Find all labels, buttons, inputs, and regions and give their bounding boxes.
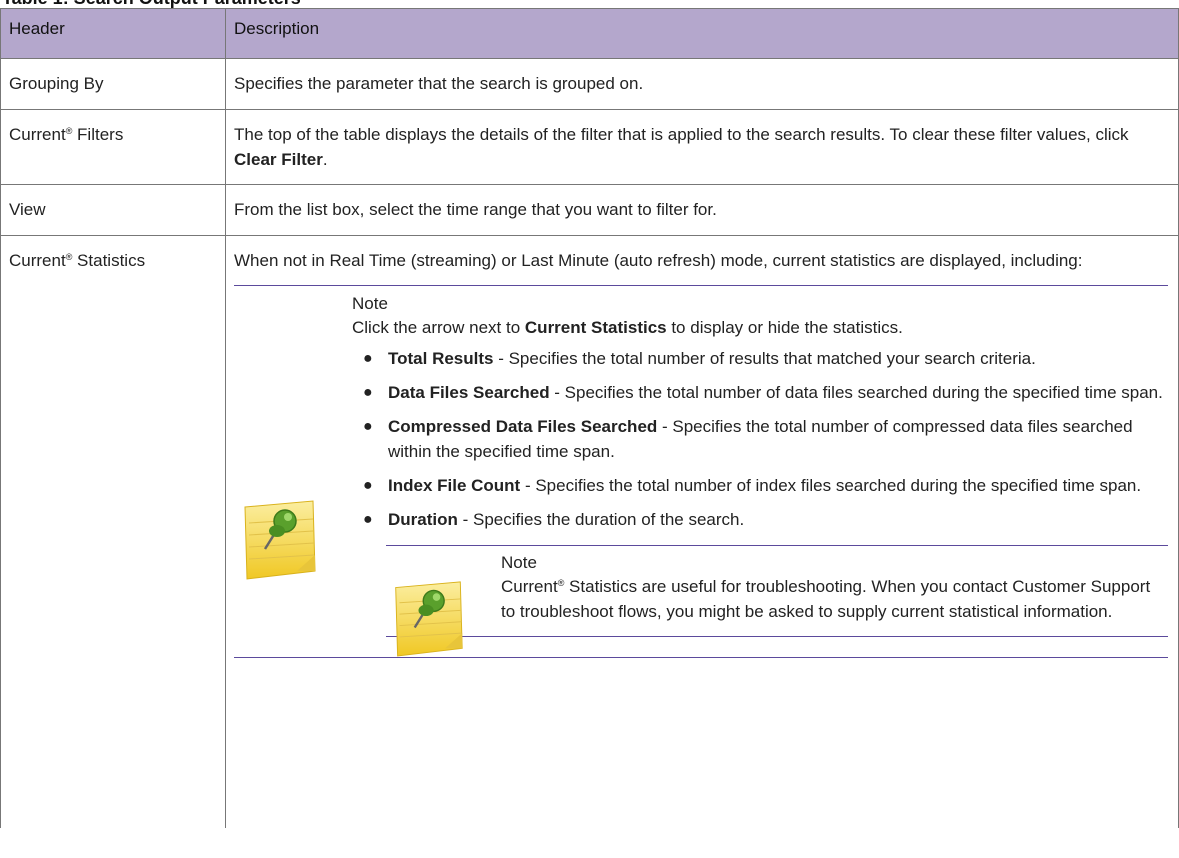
inner-note-text-post: Statistics are useful for troubleshootin… <box>501 577 1151 621</box>
row-label: View <box>0 184 226 236</box>
row-label: Current® Statistics <box>0 235 226 828</box>
bullet-icon: ● <box>363 418 373 435</box>
clear-filter-term: Clear Filter <box>234 150 323 169</box>
list-item-term: Compressed Data Files Searched <box>388 417 658 436</box>
row-label-suffix: Statistics <box>72 251 146 270</box>
list-item: ● Data Files Searched - Specifies the tot… <box>352 380 1168 405</box>
table-header-row: Header Description <box>0 8 1179 59</box>
inner-note-body: Note Current® Statistics are useful for … <box>501 546 1168 624</box>
row-label: Current® Filters <box>0 109 226 185</box>
note-title: Note <box>352 294 388 313</box>
bullet-icon: ● <box>363 511 373 528</box>
bullet-icon: ● <box>363 384 373 401</box>
row-label-text: Grouping By <box>9 74 104 93</box>
list-item-term: Duration <box>388 510 458 529</box>
note-text: Click the arrow next to Current Statisti… <box>352 315 1168 340</box>
row-label-suffix: Filters <box>72 125 124 144</box>
row-label-text: View <box>9 200 46 219</box>
parameters-table: Header Description Grouping By Specifies… <box>0 8 1179 828</box>
list-item-desc: - Specifies the total number of results … <box>493 349 1036 368</box>
note-end-rule <box>234 657 1168 658</box>
table-row: Current® Filters The top of the table di… <box>0 109 1179 185</box>
table-row: View From the list box, select the time … <box>0 184 1179 236</box>
bullet-icon: ● <box>363 477 373 494</box>
note-text-post: to display or hide the statistics. <box>666 318 903 337</box>
statistics-list: ● Total Results - Specifies the total num… <box>352 346 1168 532</box>
column-header-description: Description <box>225 8 1179 59</box>
row-description: The top of the table displays the detail… <box>225 109 1179 185</box>
inner-note-text: Current® Statistics are useful for troub… <box>501 574 1168 624</box>
description-end: . <box>322 150 328 169</box>
table-caption: Table 1: Search Output Parameters <box>2 0 301 8</box>
list-item-desc: - Specifies the total number of data fil… <box>549 383 1163 402</box>
list-item-term: Index File Count <box>388 476 521 495</box>
list-item: ● Duration - Specifies the duration of th… <box>352 507 1168 532</box>
description-text: The top of the table displays the detail… <box>234 125 1129 144</box>
list-item-desc: - Specifies the total number of index fi… <box>520 476 1142 495</box>
column-header-header: Header <box>0 8 226 59</box>
inner-note-text-pre: Current <box>501 577 558 596</box>
note-body: Note Click the arrow next to Current Sta… <box>352 286 1168 657</box>
list-item: ● Index File Count - Specifies the total … <box>352 473 1168 498</box>
list-item-desc: - Specifies the duration of the search. <box>457 510 745 529</box>
list-item-term: Total Results <box>388 349 494 368</box>
note-text-pre: Click the arrow next to <box>352 318 525 337</box>
sticky-note-pin-icon <box>395 581 463 657</box>
list-item: ● Compressed Data Files Searched - Specif… <box>352 414 1168 464</box>
inner-note-title: Note <box>501 553 537 572</box>
statistics-intro: When not in Real Time (streaming) or Las… <box>234 251 1083 270</box>
bullet-icon: ● <box>363 350 373 367</box>
row-label: Grouping By <box>0 58 226 110</box>
table-caption-clip: Table 1: Search Output Parameters <box>0 0 1179 8</box>
sticky-note-pin-icon <box>244 500 316 580</box>
current-statistics-term: Current Statistics <box>524 318 667 337</box>
list-item: ● Total Results - Specifies the total num… <box>352 346 1168 371</box>
table-row: Current® Statistics When not in Real Tim… <box>0 235 1179 828</box>
note-block: Note Click the arrow next to Current Sta… <box>234 285 1168 658</box>
table-row: Grouping By Specifies the parameter that… <box>0 58 1179 110</box>
row-description: When not in Real Time (streaming) or Las… <box>225 235 1179 828</box>
row-label-text: Current <box>9 125 66 144</box>
inner-note-block: Note Current® Statistics are useful for … <box>386 545 1168 657</box>
list-item-term: Data Files Searched <box>388 383 550 402</box>
row-description: Specifies the parameter that the search … <box>225 58 1179 110</box>
row-label-text: Current <box>9 251 66 270</box>
row-description: From the list box, select the time range… <box>225 184 1179 236</box>
